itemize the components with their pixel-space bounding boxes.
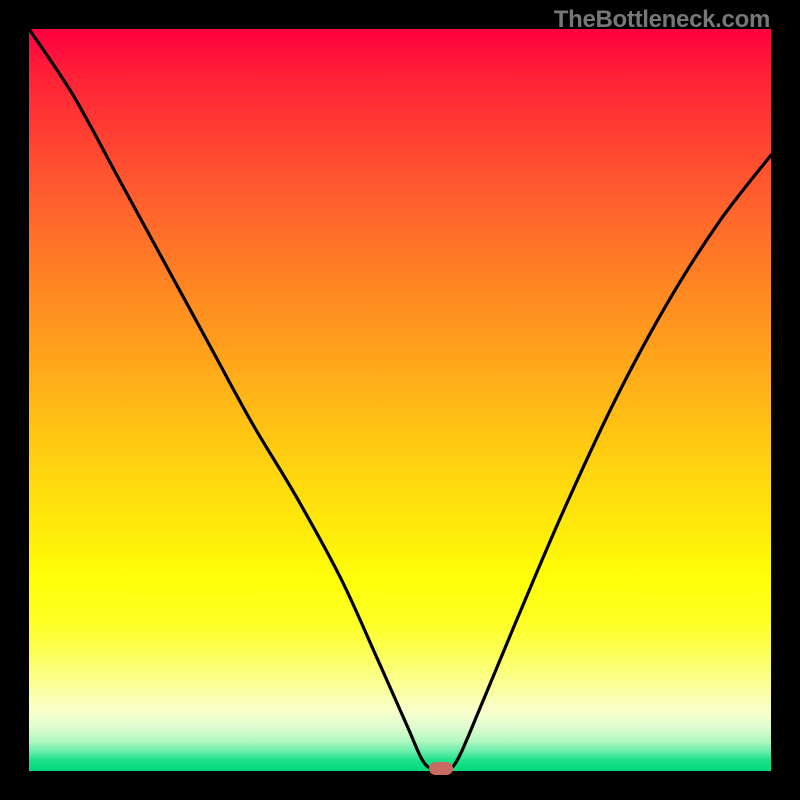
bottleneck-curve <box>29 29 771 771</box>
watermark-text: TheBottleneck.com <box>554 6 770 34</box>
optimum-marker <box>429 762 453 775</box>
curve-path <box>29 29 771 771</box>
chart-container: TheBottleneck.com <box>0 0 800 800</box>
